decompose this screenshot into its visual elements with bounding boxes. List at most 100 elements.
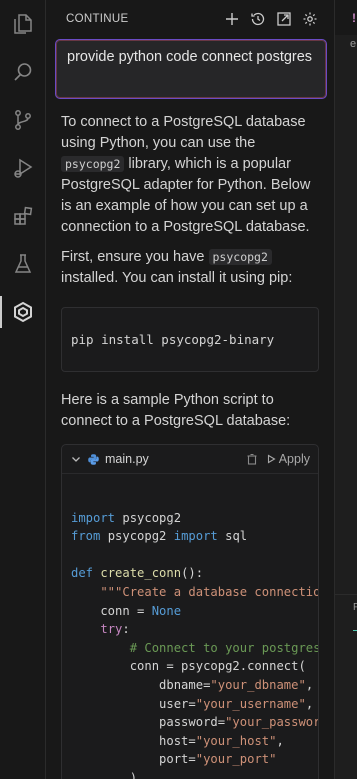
code-block: main.py Apply import psycopg2 from psycop… xyxy=(61,444,319,779)
install-paragraph: First, ensure you have psycopg2 installe… xyxy=(61,247,321,289)
source-control-button[interactable] xyxy=(0,100,46,140)
code-token: try xyxy=(100,622,123,637)
code-token: sql xyxy=(217,529,248,544)
install-command: pip install psycopg2-binary xyxy=(71,332,275,347)
play-icon xyxy=(267,454,276,464)
intro-paragraph: To connect to a PostgreSQL database usin… xyxy=(61,112,321,238)
code-token: port= xyxy=(71,752,196,767)
assistant-response: To connect to a PostgreSQL database usin… xyxy=(61,112,321,298)
code-token: user= xyxy=(71,696,196,711)
install-text-after: installed. You can install it using pip: xyxy=(61,270,293,286)
trash-icon[interactable] xyxy=(246,453,258,465)
panel-tab-indicator xyxy=(353,630,357,631)
code-token: def xyxy=(71,566,94,581)
apply-label: Apply xyxy=(278,452,310,466)
code-line: import psycopg2 xyxy=(71,509,318,528)
code-token: "your_dbname" xyxy=(210,677,306,692)
sample-intro: Here is a sample Python script to connec… xyxy=(61,392,291,429)
code-line: from psycopg2 import sql xyxy=(71,527,318,546)
search-icon xyxy=(14,63,32,81)
continue-icon xyxy=(14,301,32,323)
install-command-block[interactable]: pip install psycopg2-binary xyxy=(61,307,319,372)
code-line: try: xyxy=(71,620,318,639)
continue-button[interactable] xyxy=(0,292,46,332)
code-line: host="your_host", xyxy=(71,732,318,751)
open-in-window-button[interactable] xyxy=(274,9,294,29)
code-line: def create_conn(): xyxy=(71,564,318,583)
editor-tab-bar[interactable]: ! xyxy=(335,0,357,35)
code-token: : xyxy=(122,622,130,637)
apply-button[interactable]: Apply xyxy=(266,452,310,466)
chevron-down-icon[interactable] xyxy=(70,453,82,465)
new-session-button[interactable] xyxy=(222,9,242,29)
code-line: ) xyxy=(71,769,318,779)
code-token: # Connect to your postgres xyxy=(71,640,319,655)
history-button[interactable] xyxy=(248,9,268,29)
code-line: password="your_password xyxy=(71,713,318,732)
panel-header: CONTINUE xyxy=(46,0,334,38)
run-debug-button[interactable] xyxy=(0,148,46,188)
python-icon xyxy=(88,453,99,465)
code-line: conn = psycopg2.connect( xyxy=(71,657,318,676)
code-token: from xyxy=(71,529,101,544)
code-line: """Create a database connection xyxy=(71,583,318,602)
editor-area: ! e P xyxy=(334,0,357,779)
history-icon xyxy=(251,12,265,26)
intro-text-before: To connect to a PostgreSQL database usin… xyxy=(61,114,306,151)
testing-button[interactable] xyxy=(0,244,46,284)
code-line: user="your_username", xyxy=(71,695,318,714)
code-token: import xyxy=(173,529,218,544)
plus-icon xyxy=(226,13,238,25)
install-text-before: First, ensure you have xyxy=(61,249,209,265)
code-token: "your_password xyxy=(225,715,319,730)
extensions-icon xyxy=(14,206,33,225)
code-token: host= xyxy=(71,733,196,748)
continue-panel: CONTINUE provide python code connect pos… xyxy=(46,0,334,779)
tab-mark: ! xyxy=(352,11,356,25)
code-token: , xyxy=(305,677,314,692)
source-control-icon xyxy=(15,110,31,130)
user-message[interactable]: provide python code connect postgres xyxy=(55,39,327,99)
panel-title: CONTINUE xyxy=(66,13,129,25)
code-block-header: main.py Apply xyxy=(62,445,318,474)
code-block-title: main.py xyxy=(70,452,246,466)
code-token: dbname= xyxy=(71,677,211,692)
code-token: "your_port" xyxy=(195,752,277,767)
editor-breadcrumb-fragment: e xyxy=(350,38,357,50)
code-token: psycopg2 xyxy=(100,529,174,544)
code-token: "your_username" xyxy=(195,696,306,711)
header-actions xyxy=(222,9,320,29)
code-token: conn = psycopg2.connect( xyxy=(71,659,306,674)
code-line: conn = None xyxy=(71,602,318,621)
code-token: create_conn xyxy=(100,566,182,581)
code-line: port="your_port" xyxy=(71,750,318,769)
extensions-button[interactable] xyxy=(0,196,46,236)
settings-button[interactable] xyxy=(300,9,320,29)
gear-icon xyxy=(303,12,317,26)
code-token: password= xyxy=(71,715,226,730)
code-token: (): xyxy=(181,566,204,581)
testing-icon xyxy=(14,254,32,273)
code-token: import xyxy=(71,510,116,525)
panel-divider xyxy=(335,594,357,595)
bottom-panel-tab-fragment[interactable]: P xyxy=(353,602,357,613)
code-block-actions: Apply xyxy=(246,452,310,466)
code-token: """Create a database connection xyxy=(71,584,319,599)
code-token: , xyxy=(305,696,314,711)
code-content: import psycopg2 from psycopg2 import sql d… xyxy=(62,474,318,779)
search-button[interactable] xyxy=(0,52,46,92)
code-token: conn = xyxy=(71,603,152,618)
code-token: , xyxy=(276,733,284,748)
code-filename: main.py xyxy=(105,452,149,466)
code-token: ) xyxy=(71,770,138,779)
open-new-window-icon xyxy=(277,12,291,26)
inline-code: psycopg2 xyxy=(61,156,125,172)
code-line: dbname="your_dbname", xyxy=(71,676,318,695)
code-token: "your_host" xyxy=(195,733,277,748)
files-icon xyxy=(14,14,32,34)
inline-code: psycopg2 xyxy=(208,249,272,265)
explorer-button[interactable] xyxy=(0,4,46,44)
